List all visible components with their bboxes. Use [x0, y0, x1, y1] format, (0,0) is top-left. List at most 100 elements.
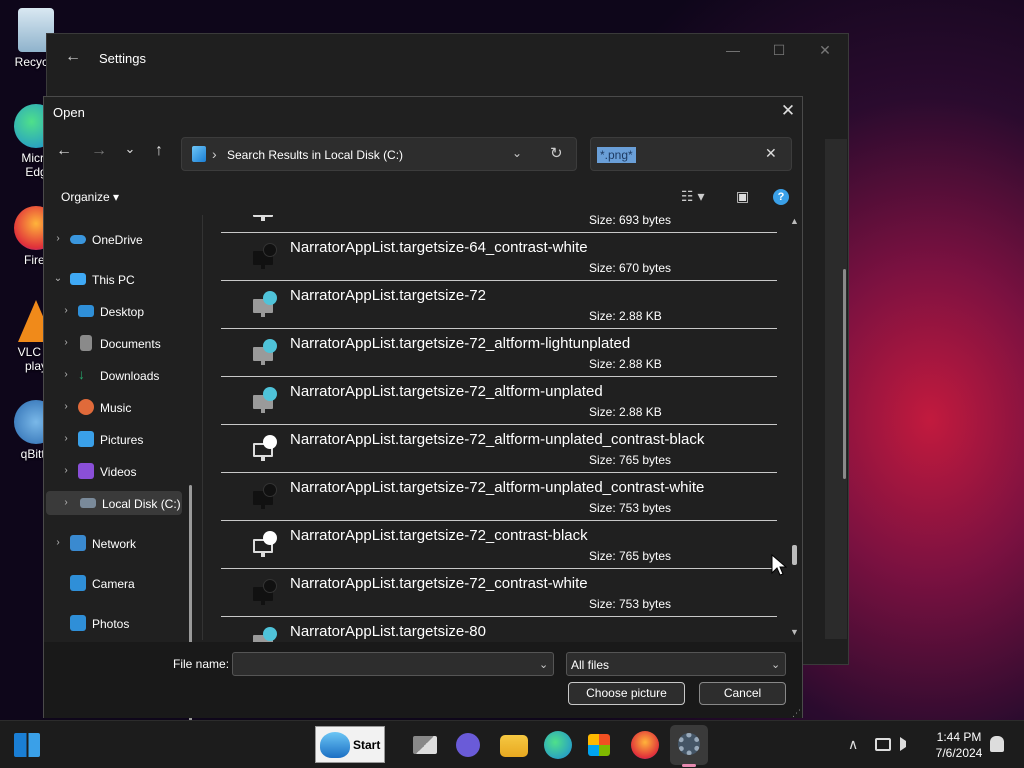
list-item[interactable]: NarratorAppList.targetsize-72_altform-un…	[221, 425, 777, 473]
chevron-right-icon[interactable]: ›	[60, 433, 72, 444]
recent-locations-button[interactable]: ⌄	[119, 141, 141, 157]
chevron-right-icon[interactable]: ›	[60, 369, 72, 380]
sidebar-item-onedrive[interactable]: › OneDrive	[52, 227, 192, 251]
sidebar-item-desktop[interactable]: › Desktop	[60, 299, 188, 323]
network-tray-icon[interactable]	[875, 738, 891, 751]
file-type-value: All files	[571, 658, 610, 672]
camera-folder-icon	[70, 575, 86, 591]
file-name: NarratorAppList.targetsize-72_altform-un…	[290, 479, 705, 496]
firefox-taskbar-icon[interactable]	[631, 731, 659, 759]
sidebar-item-downloads[interactable]: › ↓ Downloads	[60, 363, 188, 387]
sidebar-item-label: This PC	[92, 273, 135, 287]
sidebar-item-music[interactable]: › Music	[60, 395, 188, 419]
file-explorer-icon[interactable]	[500, 735, 528, 757]
chevron-right-icon[interactable]: ›	[60, 465, 72, 476]
active-app-indicator	[682, 764, 696, 767]
store-icon[interactable]	[588, 734, 610, 756]
png-file-icon	[251, 215, 277, 221]
file-list-scrollbar-thumb[interactable]	[792, 545, 797, 565]
clear-search-icon[interactable]: ✕	[765, 145, 777, 162]
chevron-right-icon[interactable]: ›	[60, 497, 72, 508]
maximize-button[interactable]: ☐	[764, 42, 794, 59]
list-item[interactable]: NarratorAppList.targetsize-72 Size: 2.88 …	[221, 281, 777, 329]
close-button[interactable]: ✕	[810, 42, 840, 59]
volume-muted-icon[interactable]	[900, 737, 914, 751]
file-size: Size: 765 bytes	[589, 549, 672, 563]
back-button[interactable]: ←	[53, 142, 75, 160]
organize-button[interactable]: Organize ▾	[61, 190, 119, 204]
pane-divider[interactable]	[202, 215, 203, 640]
mouse-cursor-icon	[771, 554, 787, 576]
list-item[interactable]: NarratorAppList.targetsize-72_contrast-b…	[221, 521, 777, 569]
png-file-icon	[251, 483, 277, 509]
forward-button[interactable]: →	[88, 142, 110, 160]
widgets-icon[interactable]	[14, 733, 40, 757]
chevron-right-icon[interactable]: ›	[60, 305, 72, 316]
list-item[interactable]: NarratorAppList.targetsize-72_altform-un…	[221, 377, 777, 425]
help-icon[interactable]: ?	[773, 189, 789, 205]
chevron-down-icon[interactable]: ⌄	[52, 273, 64, 284]
sidebar-item-local-disk[interactable]: › Local Disk (C:)	[46, 491, 182, 515]
file-name: NarratorAppList.targetsize-72_altform-li…	[290, 335, 631, 352]
file-type-select[interactable]: All files ⌄	[566, 652, 786, 676]
chevron-right-icon[interactable]: ›	[52, 233, 64, 244]
dialog-close-button[interactable]: ✕	[776, 101, 800, 121]
sidebar-item-this-pc[interactable]: ⌄ This PC	[52, 267, 192, 291]
refresh-icon[interactable]: ↻	[550, 144, 563, 162]
scroll-up-arrow-icon[interactable]: ▲	[790, 216, 799, 226]
gear-icon	[678, 733, 700, 755]
back-arrow-icon[interactable]: ←	[65, 48, 81, 66]
preview-pane-icon[interactable]: ▣	[736, 188, 749, 205]
choose-picture-button[interactable]: Choose picture	[568, 682, 685, 705]
desktop-folder-icon	[78, 305, 94, 317]
file-name-label: File name:	[173, 657, 230, 671]
file-size: Size: 670 bytes	[589, 261, 672, 275]
list-item[interactable]: NarratorAppList.targetsize-72_altform-li…	[221, 329, 777, 377]
chevron-down-icon[interactable]: ⌄	[771, 658, 780, 671]
edge-taskbar-icon[interactable]	[544, 731, 572, 759]
photos-folder-icon	[70, 615, 86, 631]
start-button[interactable]: Start	[315, 726, 385, 763]
resize-grip-icon[interactable]: ⋰	[792, 708, 801, 719]
address-bar[interactable]: › Search Results in Local Disk (C:) ⌄ ↻	[181, 137, 577, 171]
sidebar-item-label: Downloads	[100, 369, 160, 383]
list-item[interactable]: NarratorAppList.targetsize-64_contrast-w…	[221, 233, 777, 281]
clock[interactable]: 1:44 PM 7/6/2024	[928, 729, 990, 761]
network-icon	[70, 535, 86, 551]
task-view-icon[interactable]	[413, 736, 437, 754]
chevron-right-icon[interactable]: ›	[60, 401, 72, 412]
show-hidden-icons-button[interactable]: ∧	[848, 736, 858, 753]
file-size: Size: 2.88 KB	[589, 309, 662, 323]
sidebar-item-camera[interactable]: Camera	[52, 571, 192, 595]
up-button[interactable]: ↑	[148, 142, 170, 160]
notifications-icon[interactable]	[990, 736, 1004, 752]
list-item[interactable]: NarratorAppList.targetsize-72_altform-un…	[221, 473, 777, 521]
list-item[interactable]: NarratorAppList.targetsize-80	[221, 617, 777, 643]
date: 7/6/2024	[935, 746, 983, 760]
minimize-button[interactable]: —	[718, 42, 748, 58]
address-dropdown-icon[interactable]: ⌄	[512, 146, 522, 160]
open-dialog: Open ✕ ← → ⌄ ↑ › Search Results in Local…	[43, 96, 803, 740]
list-item[interactable]: Size: 693 bytes	[221, 215, 777, 233]
chevron-down-icon[interactable]: ⌄	[539, 658, 548, 671]
view-options-button[interactable]: ☷ ▾	[681, 188, 704, 205]
scroll-down-arrow-icon[interactable]: ▼	[790, 627, 799, 637]
sidebar-item-network[interactable]: › Network	[52, 531, 192, 555]
list-item[interactable]: NarratorAppList.targetsize-72_contrast-w…	[221, 569, 777, 617]
cancel-button[interactable]: Cancel	[699, 682, 786, 705]
file-name-field[interactable]: ⌄	[232, 652, 554, 676]
search-box[interactable]: *.png* ✕	[590, 137, 792, 171]
sidebar-item-pictures[interactable]: › Pictures	[60, 427, 188, 451]
breadcrumb[interactable]: Search Results in Local Disk (C:)	[227, 148, 403, 162]
start-shell-icon	[320, 732, 350, 758]
search-input[interactable]: *.png*	[597, 147, 636, 163]
chevron-right-icon[interactable]: ›	[60, 337, 72, 348]
sidebar-item-documents[interactable]: › Documents	[60, 331, 188, 355]
png-file-icon	[251, 579, 277, 605]
sidebar-item-label: Music	[100, 401, 132, 415]
settings-scrollbar[interactable]	[843, 269, 846, 479]
chat-icon[interactable]	[456, 733, 480, 757]
sidebar-item-videos[interactable]: › Videos	[60, 459, 188, 483]
sidebar-item-photos[interactable]: Photos	[52, 611, 192, 635]
chevron-right-icon[interactable]: ›	[52, 537, 64, 548]
